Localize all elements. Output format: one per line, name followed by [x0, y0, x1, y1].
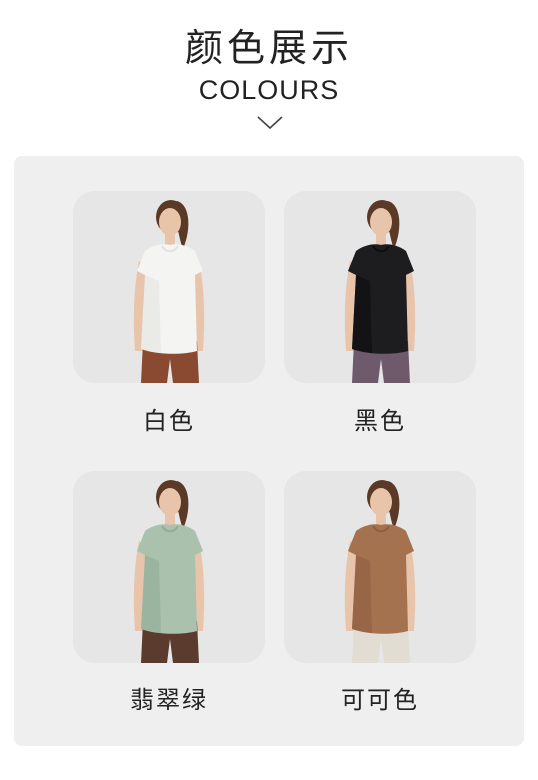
color-label-cocoa: 可可色 [341, 686, 419, 714]
color-card-cocoa[interactable] [284, 471, 476, 663]
color-display-page: 颜色展示 COLOURS 白色 黑色 翡翠绿 可可色 [0, 0, 538, 780]
model-photo [344, 200, 416, 383]
section-title-cn: 颜色展示 [184, 26, 353, 70]
model-photo [133, 480, 205, 663]
color-label-white: 白色 [143, 407, 195, 435]
chevron-down-icon [257, 116, 283, 130]
section-title-en: COLOURS [198, 75, 340, 105]
color-card-white[interactable] [73, 191, 265, 383]
colors-panel: 白色 黑色 翡翠绿 可可色 [14, 156, 524, 746]
color-card-green[interactable] [73, 471, 265, 663]
model-photo [133, 200, 205, 383]
model-photo [344, 480, 416, 663]
color-label-green: 翡翠绿 [130, 686, 208, 714]
color-label-black: 黑色 [354, 407, 406, 435]
color-card-black[interactable] [284, 191, 476, 383]
